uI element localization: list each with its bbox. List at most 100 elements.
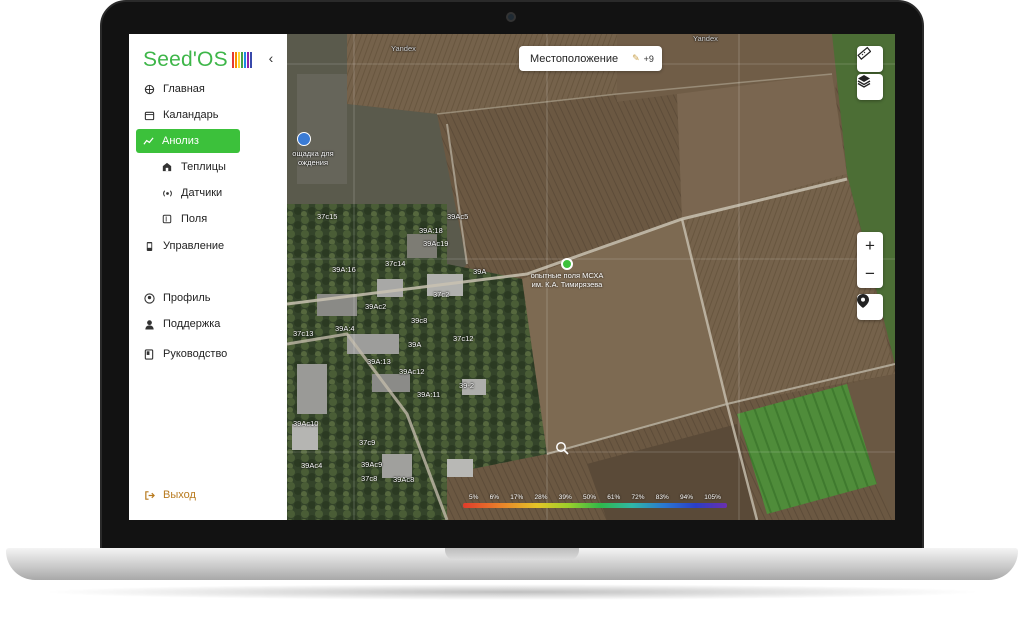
sidebar-item-2[interactable]: Анолиз	[136, 129, 240, 153]
zoom-out-button[interactable]: −	[857, 260, 883, 288]
field-icon	[161, 213, 173, 225]
field-marker-icon[interactable]	[561, 258, 573, 270]
laptop-shadow	[40, 584, 984, 600]
logo[interactable]: Seed'OS	[143, 48, 253, 72]
laptop-notch	[445, 548, 579, 560]
sidebar: Seed'OS ‹ Главная Каландарь Анолиз Теплицы Д…	[129, 34, 287, 520]
car-poi-icon[interactable]	[297, 132, 311, 146]
poi-label: ощадка для ождения	[292, 149, 334, 167]
calendar-icon	[143, 109, 155, 121]
book-icon	[143, 348, 155, 360]
chart-line-icon	[142, 135, 154, 147]
sidebar-item-3[interactable]: Теплицы	[155, 155, 259, 179]
logo-text: Seed'OS	[143, 48, 228, 71]
search-icon[interactable]	[555, 441, 569, 455]
logo-bar	[234, 52, 237, 68]
collapse-sidebar-button[interactable]: ‹	[263, 50, 279, 68]
sensor-icon	[161, 187, 173, 199]
parcel-label: 37с9	[359, 438, 376, 447]
sidebar-item-5[interactable]: Поля	[155, 207, 259, 231]
sidebar-item-4[interactable]: Датчики	[155, 181, 259, 205]
logo-bar	[243, 52, 246, 68]
parcel-label: 39Ас12	[399, 367, 425, 376]
parcel-label: 37с15	[317, 212, 338, 221]
sidebar-item-1[interactable]: Каландарь	[137, 103, 241, 127]
sidebar-item-label: Каландарь	[163, 109, 219, 121]
logo-bar	[246, 52, 249, 68]
legend-tick-label: 94%	[680, 494, 694, 501]
location-pin-icon: ✎	[632, 53, 640, 63]
layers-button[interactable]	[857, 74, 883, 100]
logo-barcode-icon	[231, 52, 253, 68]
support-icon	[143, 318, 155, 330]
satellite-map[interactable]: Yandex Yandex Местоположение ✎ +9 + − ощ…	[287, 34, 895, 520]
parcel-label: 39Ас10	[293, 419, 319, 428]
sidebar-item-6[interactable]: Управление	[137, 234, 241, 258]
parcel-label: 37с13	[293, 329, 314, 338]
parcel-label: 39с8	[411, 316, 428, 325]
zoom-in-button[interactable]: +	[857, 232, 883, 260]
sidebar-item-label: Профиль	[163, 292, 211, 304]
sidebar-item-label: Анолиз	[162, 135, 199, 147]
legend-tick-label: 5%	[469, 494, 479, 501]
sidebar-item-label: Управление	[163, 240, 225, 252]
zoom-controls: + −	[857, 232, 883, 288]
parcel-label: 37с12	[453, 334, 474, 343]
parcel-label: 39А:4	[335, 324, 355, 333]
sidebar-item-label: Поля	[181, 213, 208, 225]
parcel-label: 39А:11	[417, 390, 441, 399]
sidebar-item-label: Теплицы	[181, 161, 226, 173]
parcel-label: 39А	[408, 340, 422, 349]
sidebar-item-0[interactable]: Главная	[137, 77, 241, 101]
legend-tick-label: 17%	[510, 494, 524, 501]
globe-icon	[143, 83, 155, 95]
legend-tick-label: 72%	[631, 494, 645, 501]
device-icon	[143, 240, 155, 252]
location-count: +9	[643, 53, 654, 64]
parcel-label: 39Ас2	[365, 302, 387, 311]
legend-labels: 5% 6% 17% 28% 39% 50% 61% 72% 83% 94% 105%	[463, 494, 727, 501]
legend-tick-label: 28%	[534, 494, 548, 501]
legend-tick-label: 6%	[489, 494, 500, 501]
field-label: опытные поля МСХА им. К.А. Тимирязева	[530, 271, 604, 289]
legend-tick-label: 83%	[655, 494, 669, 501]
greenhouse-icon	[161, 161, 173, 173]
parcel-label: 39Ас5	[447, 212, 469, 221]
app-screen: Seed'OS ‹ Главная Каландарь Анолиз Теплицы Д…	[129, 34, 895, 520]
logout-icon	[143, 489, 155, 501]
parcel-label: 39А	[473, 267, 487, 276]
laptop-frame: Seed'OS ‹ Главная Каландарь Анолиз Теплицы Д…	[0, 0, 1024, 620]
sidebar-item-label: Главная	[163, 83, 205, 95]
sidebar-item-9[interactable]: Руководство	[137, 342, 241, 366]
sidebar-item-label: Поддержка	[163, 318, 221, 330]
logo-bar	[237, 52, 240, 68]
parcel-label: 39Ас8	[393, 475, 415, 484]
map-watermark: Yandex	[391, 44, 416, 53]
map-watermark: Yandex	[693, 34, 718, 43]
legend-tick-label: 105%	[704, 494, 721, 501]
parcel-label: 39Ас9	[361, 460, 383, 469]
legend-tick-label: 50%	[583, 494, 597, 501]
parcel-label: 39А:18	[419, 226, 443, 235]
ruler-button[interactable]	[857, 46, 883, 72]
logo-bar	[231, 52, 234, 68]
parcel-label: 39А:13	[367, 357, 391, 366]
user-circle-icon	[143, 292, 155, 304]
ndvi-legend: 5% 6% 17% 28% 39% 50% 61% 72% 83% 94% 105%	[463, 494, 727, 508]
legend-tick-label: 61%	[607, 494, 621, 501]
location-selector[interactable]: Местоположение ✎ +9	[519, 46, 662, 71]
sidebar-item-label: Датчики	[181, 187, 223, 199]
legend-tick-label: 39%	[558, 494, 572, 501]
logo-bar	[240, 52, 243, 68]
sidebar-item-8[interactable]: Поддержка	[137, 312, 241, 336]
parcel-label: 39Ас19	[423, 239, 449, 248]
logout-button[interactable]: Выход	[137, 483, 241, 507]
locate-button[interactable]	[857, 294, 883, 320]
parcel-label: 37с8	[361, 474, 378, 483]
parcel-label: 37с14	[385, 259, 406, 268]
sidebar-item-7[interactable]: Профиль	[137, 286, 241, 310]
sidebar-item-label: Руководство	[163, 348, 228, 360]
logo-bar	[249, 52, 252, 68]
logout-label: Выход	[163, 489, 196, 501]
parcel-label: 37с2	[433, 290, 450, 299]
